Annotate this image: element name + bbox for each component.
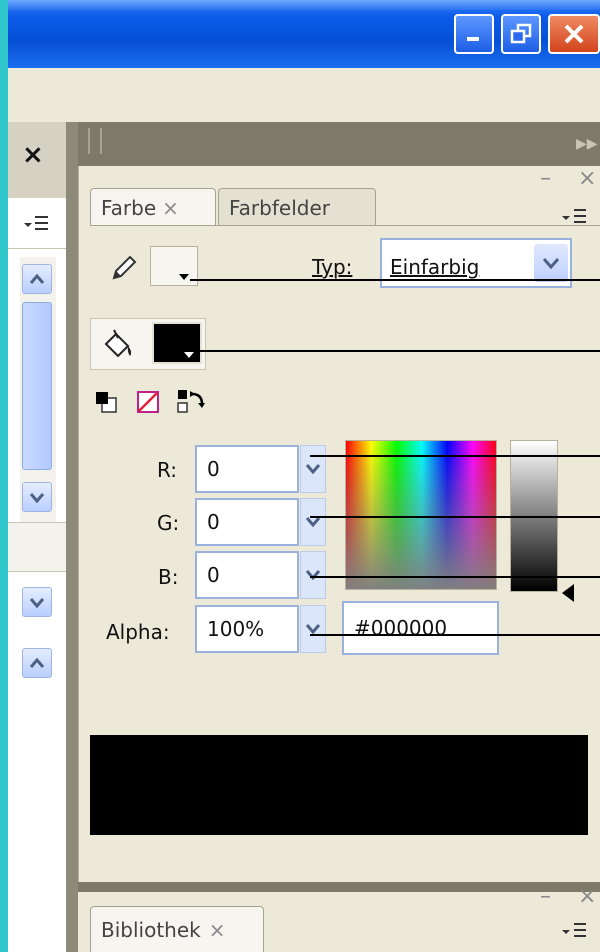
- callout-line-stroke: [190, 279, 600, 281]
- tab-close-icon[interactable]: ×: [162, 196, 179, 220]
- panel-close-icon[interactable]: ×: [578, 166, 596, 191]
- fill-swatch-arrow-icon: [184, 352, 194, 358]
- g-input[interactable]: 0: [195, 498, 299, 546]
- alpha-input[interactable]: 100%: [195, 605, 299, 653]
- swap-colors-glyph: [177, 390, 205, 413]
- menu-bar: [8, 68, 600, 122]
- close-icon: [564, 24, 584, 44]
- tab-bibliothek[interactable]: Bibliothek ×: [90, 906, 264, 952]
- callout-line-alpha: [310, 634, 600, 636]
- no-color-icon[interactable]: [136, 390, 160, 414]
- gripper-icon[interactable]: [88, 128, 102, 154]
- tab-underline: [90, 225, 600, 226]
- chevron-down-icon: [305, 464, 321, 475]
- alpha-dropdown-button[interactable]: [300, 605, 326, 653]
- brightness-slider-handle-icon[interactable]: [562, 584, 574, 602]
- r-label: R:: [157, 458, 178, 482]
- callout-line-fill: [194, 350, 600, 352]
- panel-options-icon[interactable]: [560, 204, 600, 226]
- chevron-down-icon: [29, 598, 45, 608]
- fill-color-swatch[interactable]: [152, 322, 202, 364]
- callout-line-b: [310, 576, 600, 578]
- close-button[interactable]: [548, 14, 600, 54]
- left-panel-divider: [8, 248, 66, 249]
- chevron-up-icon: [29, 273, 45, 284]
- default-colors-icon[interactable]: [94, 390, 118, 414]
- pencil-glyph: [112, 255, 137, 280]
- swap-colors-icon[interactable]: [176, 388, 206, 416]
- paint-bucket-icon: [100, 326, 136, 362]
- r-input[interactable]: 0: [195, 445, 299, 493]
- type-label: Typ:: [312, 255, 353, 279]
- panel-minimize-icon[interactable]: –: [540, 166, 551, 191]
- restore-icon: [510, 23, 532, 44]
- chevron-up-icon: [29, 657, 45, 668]
- scroll-up-button[interactable]: [22, 264, 52, 294]
- b-dropdown-button[interactable]: [300, 551, 326, 599]
- minimize-button[interactable]: [454, 14, 494, 54]
- stroke-swatch-arrow-icon: [179, 274, 189, 280]
- alpha-label: Alpha:: [106, 620, 170, 644]
- restore-button[interactable]: [501, 14, 541, 54]
- paint-bucket-glyph: [104, 329, 132, 358]
- type-select-dropdown-button[interactable]: [534, 244, 568, 282]
- panel-dock-header[interactable]: ▶▶: [78, 122, 600, 166]
- b-label: B:: [158, 565, 179, 589]
- chevron-down-icon: [305, 570, 321, 581]
- dock-gutter: [66, 122, 78, 952]
- color-spectrum[interactable]: [345, 440, 497, 590]
- g-label: G:: [157, 511, 180, 535]
- tab-farbfelder-label: Farbfelder: [229, 195, 330, 220]
- minimize-icon: [467, 37, 479, 41]
- b-input[interactable]: 0: [195, 551, 299, 599]
- g-dropdown-button[interactable]: [300, 498, 326, 546]
- library-minimize-icon[interactable]: –: [540, 884, 551, 909]
- left-panel-close-icon[interactable]: ×: [22, 140, 44, 170]
- library-close-icon[interactable]: ×: [578, 884, 596, 909]
- left-scrollbar-thumb[interactable]: [22, 302, 52, 470]
- type-select-value: Einfarbig: [390, 255, 480, 279]
- left-panel: ×: [8, 122, 67, 952]
- r-dropdown-button[interactable]: [300, 445, 326, 493]
- scroll-down-button[interactable]: [22, 482, 52, 512]
- collapse-arrows-icon[interactable]: ▶▶: [576, 136, 598, 152]
- hex-input[interactable]: #000000: [342, 601, 499, 655]
- expand-down-button[interactable]: [22, 587, 52, 617]
- chevron-down-icon: [29, 493, 45, 503]
- library-options-glyph: [562, 923, 586, 937]
- color-preview-bar: [90, 735, 588, 835]
- panel-options-glyph: [562, 209, 586, 223]
- tab-farbe-label: Farbe: [101, 195, 157, 220]
- tab-close-icon[interactable]: ×: [209, 918, 226, 942]
- left-panel-section: [8, 522, 66, 572]
- expand-up-button[interactable]: [22, 648, 52, 678]
- tab-farbe[interactable]: Farbe ×: [90, 188, 216, 226]
- tab-farbfelder[interactable]: Farbfelder: [218, 188, 376, 226]
- callout-line-g: [310, 516, 600, 518]
- no-color-glyph: [137, 391, 159, 413]
- callout-line-r: [310, 455, 600, 457]
- default-colors-glyph: [96, 392, 117, 413]
- library-options-icon[interactable]: [560, 918, 600, 940]
- pencil-icon: [108, 252, 140, 284]
- chevron-down-icon: [542, 258, 560, 269]
- panel-menu-glyph: [24, 216, 48, 230]
- tab-bibliothek-label: Bibliothek: [101, 917, 201, 942]
- panel-menu-icon[interactable]: [22, 210, 52, 234]
